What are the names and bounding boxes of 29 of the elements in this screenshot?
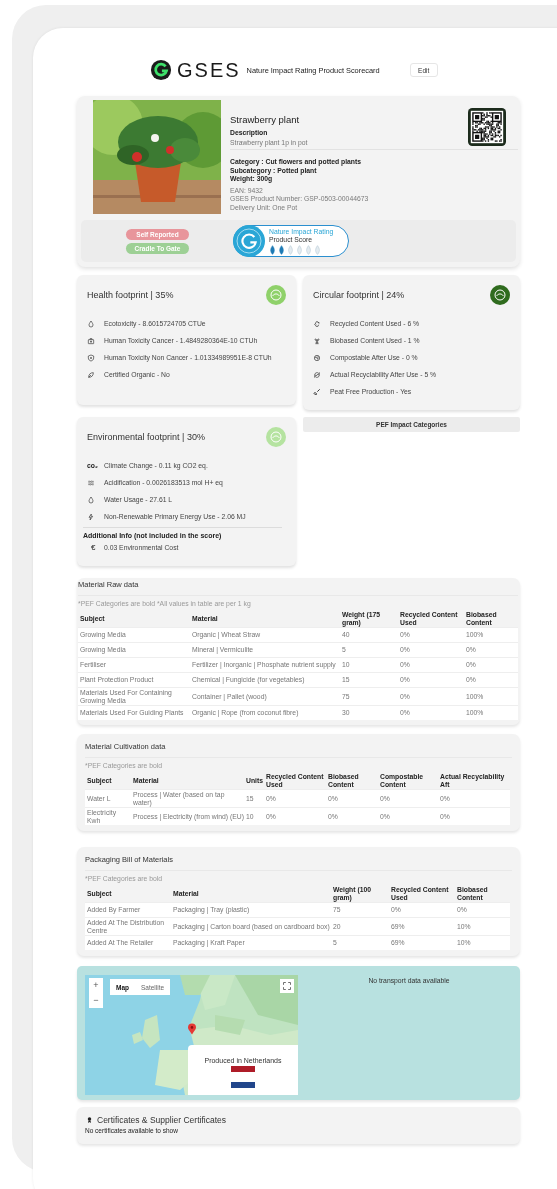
leaf-icon [278,244,285,255]
bolt-icon [87,512,95,521]
flag-icon [231,1066,255,1088]
leaf-icon [296,244,303,255]
qr-code-icon [468,108,506,146]
shovel-icon [313,387,321,396]
fullscreen-icon[interactable] [280,979,294,993]
medkit-icon [87,336,95,345]
leaf-icon [314,244,321,255]
leaf-icon [287,244,294,255]
footprint-title: Circular footprint | 24% [313,290,405,300]
footprint-title: Health footprint | 35% [87,290,174,300]
plant-icon [313,336,321,345]
certificates-title: Certificates & Supplier Certificates [97,1115,226,1125]
shield-icon [87,353,95,362]
recycle-icon [313,319,321,328]
logo-icon [150,59,172,81]
leaf-icon [87,370,95,379]
drop-icon [87,495,95,504]
drop-icon [87,319,95,328]
leaf-icon [269,244,276,255]
map-pin-icon [188,1023,196,1035]
metric-symbol: € [91,543,97,552]
waves-icon [87,478,95,487]
award-icon [87,1117,92,1123]
footprint-title: Environmental footprint | 30% [87,432,205,442]
product-name: Strawberry plant [230,114,301,125]
leaf-icon [305,244,312,255]
brand-name: GSES [177,58,241,82]
